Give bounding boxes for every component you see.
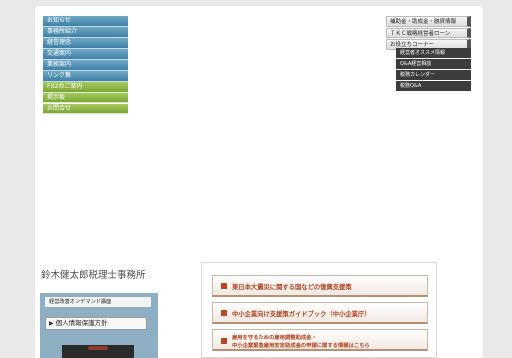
- ondemand-course-link[interactable]: 経営改善オンデマンド講座: [45, 297, 151, 307]
- submenu-item-qa-consult[interactable]: Q&A経営相談: [396, 59, 471, 69]
- banner-image[interactable]: [62, 345, 134, 358]
- nav-item-news[interactable]: お知らせ: [43, 16, 128, 27]
- nav-item-philosophy[interactable]: 経営理念: [43, 37, 128, 49]
- sme-guidebook-button[interactable]: 中小企業向け支援策ガイドブック（中小企業庁）: [212, 302, 428, 324]
- sme-guidebook-label: 中小企業向け支援策ガイドブック（中小企業庁）: [232, 311, 371, 318]
- earthquake-support-label: 東日本大震災に関する国などの復興支援策: [232, 284, 352, 291]
- square-bullet-icon: [221, 338, 227, 344]
- privacy-policy-button[interactable]: ▶ 個人情報保護方針: [45, 317, 147, 330]
- nav-item-fx2[interactable]: FX2のご案内: [43, 81, 128, 93]
- submenu-item-recommend[interactable]: 経営者オススメ情報: [396, 48, 471, 58]
- nav-item-links[interactable]: リンク集: [43, 70, 128, 82]
- support-links-panel: 東日本大震災に関する国などの復興支援策 中小企業向け支援策ガイドブック（中小企業…: [201, 262, 437, 358]
- earthquake-support-button[interactable]: 東日本大震災に関する国などの復興支援策: [212, 275, 428, 297]
- play-arrow-icon: ▶: [49, 320, 54, 327]
- nav-item-board[interactable]: 掲示板: [43, 92, 128, 104]
- nav-item-access[interactable]: 交通案内: [43, 48, 128, 60]
- banner-graphic: [88, 346, 108, 350]
- useful-corner-submenu: 経営者オススメ情報 Q&A経営相談 税務カレンダー 税務Q&A: [396, 48, 471, 92]
- left-banner-box: 経営改善オンデマンド講座 ▶ 個人情報保護方針: [40, 293, 158, 358]
- left-navigation: お知らせ 事務所紹介 経営理念 交通案内 業務案内 リンク集 FX2のご案内 掲…: [43, 16, 128, 115]
- employment-subsidy-button[interactable]: 雇用を守るための雇用調整助成金・ 中小企業緊急雇用安定助成金の申請に関する情報は…: [212, 329, 428, 351]
- office-name: 鈴木健太郎税理士事務所: [41, 270, 146, 281]
- submenu-item-tax-qa[interactable]: 税務Q&A: [396, 81, 471, 91]
- right-menu: 補助金・助成金・融資情報 ＴＫＣ戦略経営者ローン お役立ちコーナー: [386, 16, 471, 51]
- employment-subsidy-line1: 雇用を守るための雇用調整助成金・: [232, 335, 317, 341]
- employment-subsidy-line2: 中小企業緊急雇用安定助成金の申請に関する情報はこちら: [232, 343, 370, 349]
- right-menu-tkc-loan[interactable]: ＴＫＣ戦略経営者ローン: [386, 27, 471, 38]
- square-bullet-icon: [221, 283, 227, 289]
- right-menu-subsidy[interactable]: 補助金・助成金・融資情報: [386, 16, 471, 27]
- privacy-policy-label: 個人情報保護方針: [55, 319, 108, 327]
- square-bullet-icon: [221, 310, 227, 316]
- nav-item-office-intro[interactable]: 事務所紹介: [43, 26, 128, 38]
- submenu-item-tax-calendar[interactable]: 税務カレンダー: [396, 70, 471, 80]
- nav-item-contact[interactable]: お問合せ: [43, 103, 128, 115]
- nav-item-services[interactable]: 業務案内: [43, 59, 128, 71]
